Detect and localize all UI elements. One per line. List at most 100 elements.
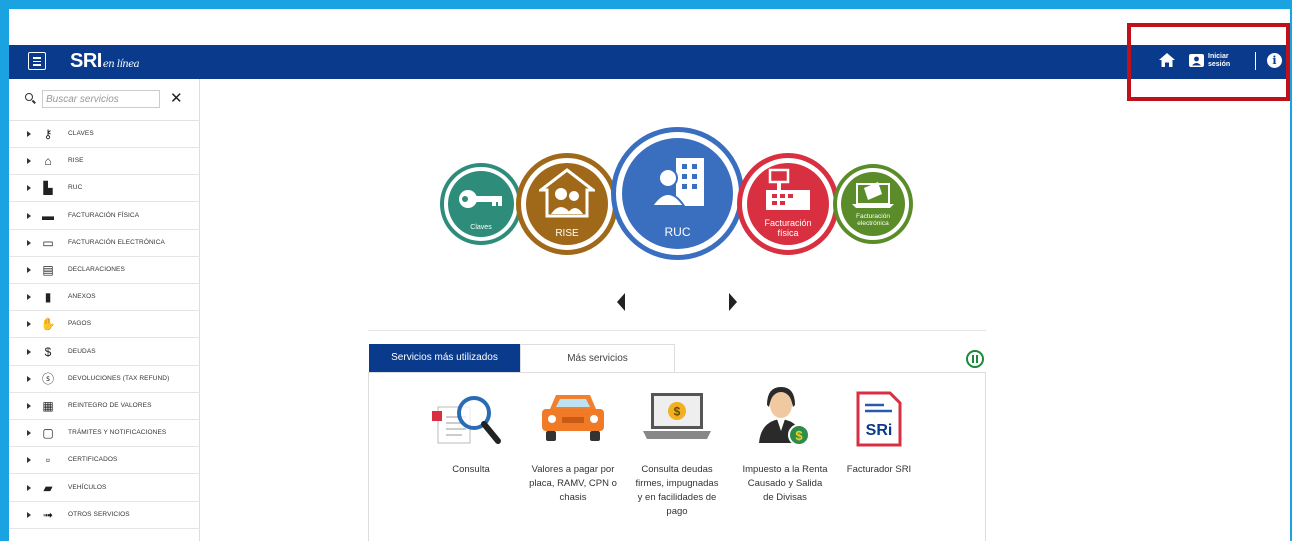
sidebar-item-reintegro-de-valores[interactable]: ▦ REINTEGRO DE VALORES	[9, 393, 200, 420]
sidebar-item-pagos[interactable]: ✋ PAGOS	[9, 311, 200, 339]
sidebar-item-devoluciones-tax-refund[interactable]: ⓢ DEVOLUCIONES (TAX REFUND)	[9, 366, 200, 393]
sidebar: ✕ ⚷ CLAVES ⌂ RISE ▙ RUC ▬ FACTURACIÓN FÍSICA ▭ FA…	[9, 79, 200, 541]
cash-register-icon	[766, 168, 810, 210]
key-icon: ⚷	[43, 127, 53, 141]
service-title-impuesto-renta[interactable]: Impuesto a la Renta Causado y Salida de …	[735, 463, 835, 505]
car-icon[interactable]	[540, 391, 606, 443]
sidebar-search: ✕	[9, 79, 200, 121]
service-title-line: de Divisas	[763, 492, 807, 503]
dollar-circle-icon: ⓢ	[41, 371, 54, 386]
sidebar-item-label: OTROS SERVICIOS	[68, 510, 130, 518]
carousel-label-rise: RISE	[555, 228, 579, 239]
service-title-line: Causado y Salida	[747, 478, 823, 489]
service-title-valores-a-pagar[interactable]: Valores a pagar por placa, RAMV, CPN o c…	[523, 463, 623, 505]
carousel-item-facturacion-fisica[interactable]: Facturación física	[737, 153, 839, 255]
service-title-line: Valores a pagar por	[531, 464, 615, 475]
caret-right-icon	[27, 158, 31, 165]
house-people-icon	[539, 168, 595, 218]
search-input[interactable]	[42, 90, 160, 108]
service-title-line: chasis	[559, 492, 587, 503]
sidebar-item-label: RUC	[68, 184, 83, 192]
carousel-label-facturacion-electronica: Facturación electrónica	[837, 213, 909, 227]
service-title-line: placa, RAMV, CPN o	[529, 478, 617, 489]
sidebar-item-label: RISE	[68, 157, 84, 165]
caret-right-icon	[27, 457, 31, 464]
dollar-icon: $	[44, 344, 52, 359]
businessman-icon[interactable]: $	[757, 385, 813, 449]
sidebar-item-otros-servicios[interactable]: ➟ OTROS SERVICIOS	[9, 502, 200, 529]
tab-servicios-mas-utilizados[interactable]: Servicios más utilizados	[369, 344, 520, 372]
sidebar-item-declaraciones[interactable]: ▤ DECLARACIONES	[9, 257, 200, 284]
laptop-icon: ▭	[42, 235, 54, 250]
caret-right-icon	[27, 294, 31, 301]
sidebar-item-label: TRÁMITES Y NOTIFICACIONES	[68, 429, 167, 437]
laptop-invoice-icon	[852, 182, 894, 208]
carousel-item-ruc[interactable]: RUC	[611, 127, 744, 260]
carousel-next-arrow[interactable]	[729, 293, 737, 311]
service-title-consulta-deudas[interactable]: Consulta deudas firmes, impugnadas y en …	[627, 463, 727, 519]
close-icon[interactable]: ✕	[170, 91, 183, 106]
service-title-line: Facturador SRI	[846, 464, 912, 475]
menu-button[interactable]	[28, 52, 46, 70]
caret-right-icon	[27, 321, 31, 328]
sidebar-item-label: CERTIFICADOS	[68, 456, 118, 464]
sidebar-item-facturación-física[interactable]: ▬ FACTURACIÓN FÍSICA	[9, 203, 200, 230]
sidebar-item-label: PAGOS	[68, 320, 92, 328]
carousel-label-claves: Claves	[470, 224, 492, 231]
caret-right-icon	[27, 348, 31, 355]
sidebar-item-certificados[interactable]: ▫ CERTIFICADOS	[9, 447, 200, 475]
carousel-item-facturacion-electronica[interactable]: Facturación electrónica	[833, 164, 913, 244]
service-title-line: Consulta	[452, 464, 490, 475]
sri-logo[interactable]: SRIen línea	[70, 50, 140, 73]
caret-right-icon	[27, 239, 31, 246]
service-title-line: firmes, impugnadas	[635, 478, 719, 489]
search-icon	[25, 93, 33, 101]
sidebar-item-ruc[interactable]: ▙ RUC	[9, 175, 200, 203]
top-navigation-bar: SRIen línea	[9, 45, 1290, 79]
key-icon	[459, 190, 502, 208]
pause-icon[interactable]	[966, 350, 984, 368]
svg-text:$: $	[795, 428, 803, 443]
carousel-label-facturacion-fisica: Facturación física	[742, 218, 834, 238]
carousel-label-line: Facturación	[764, 218, 812, 228]
caret-right-icon	[27, 484, 31, 491]
carousel-label-ruc: RUC	[664, 225, 691, 239]
carousel-prev-arrow[interactable]	[617, 293, 625, 311]
service-title-line: pago	[666, 506, 688, 517]
carousel-label-line: Facturación	[856, 213, 890, 220]
sidebar-item-rise[interactable]: ⌂ RISE	[9, 148, 200, 176]
sidebar-item-trámites-y-notificaciones[interactable]: ▢ TRÁMITES Y NOTIFICACIONES	[9, 420, 200, 448]
sidebar-item-label: DECLARACIONES	[68, 266, 125, 273]
logo-text: SRI	[70, 50, 102, 72]
sidebar-item-label: DEVOLUCIONES (TAX REFUND)	[68, 374, 170, 382]
carousel-item-rise[interactable]: RISE	[516, 153, 618, 255]
service-title-facturador-sri[interactable]: Facturador SRI	[829, 463, 929, 477]
car-icon: ▰	[43, 480, 53, 495]
caret-right-icon	[27, 430, 31, 437]
caret-right-icon	[27, 403, 31, 409]
service-title-line: Consulta deudas	[641, 464, 713, 475]
carousel-item-claves[interactable]: Claves	[440, 163, 522, 245]
notification-icon: ▢	[42, 426, 54, 441]
sidebar-item-anexos[interactable]: ▮ ANEXOS	[9, 284, 200, 312]
sidebar-item-facturación-electrónica[interactable]: ▭ FACTURACIÓN ELECTRÓNICA	[9, 230, 200, 257]
caret-right-icon	[27, 185, 31, 192]
tab-mas-servicios[interactable]: Más servicios	[520, 344, 675, 372]
sri-invoice-icon[interactable]: SRi	[856, 391, 902, 447]
sidebar-item-deudas[interactable]: $ DEUDAS	[9, 339, 200, 366]
laptop-dollar-icon[interactable]: $	[643, 391, 711, 443]
file-icon: ▮	[44, 290, 52, 305]
caret-right-icon	[27, 267, 31, 273]
highlight-annotation	[1127, 23, 1290, 101]
service-title-consulta[interactable]: Consulta	[421, 463, 521, 477]
sidebar-item-claves[interactable]: ⚷ CLAVES	[9, 121, 200, 148]
magnifier-document-icon[interactable]	[432, 393, 504, 447]
svg-text:$: $	[674, 405, 681, 419]
building-person-icon	[652, 158, 704, 207]
carousel-label-line: física	[777, 228, 799, 238]
building-icon: ▙	[43, 181, 53, 196]
refund-icon: ▦	[42, 399, 54, 413]
carousel-label-line: electrónica	[857, 220, 889, 227]
sidebar-item-vehículos[interactable]: ▰ VEHÍCULOS	[9, 475, 200, 502]
services-panel: $ $ SRi Consulta Valores a pagar por pla…	[368, 372, 986, 541]
